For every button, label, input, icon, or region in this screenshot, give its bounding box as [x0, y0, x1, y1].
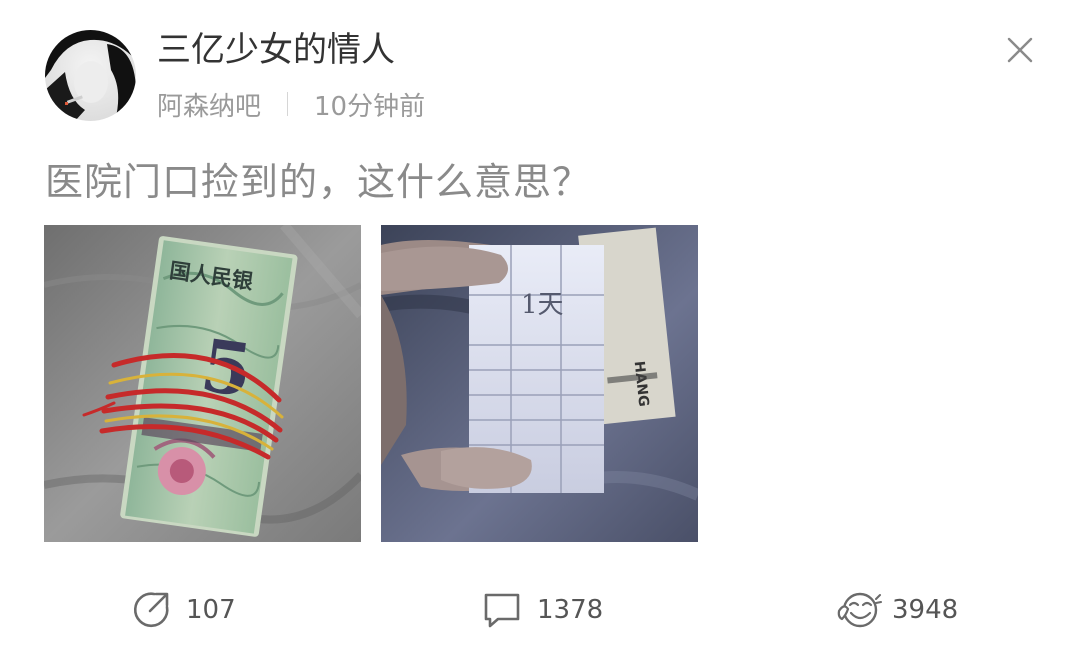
repost-icon — [130, 589, 172, 631]
close-button[interactable] — [1004, 34, 1036, 66]
comment-button[interactable]: 1378 — [481, 588, 603, 632]
repost-button[interactable]: 107 — [130, 588, 236, 632]
post-image-banknote[interactable]: 国人民银 5 — [44, 225, 361, 542]
post-meta: 阿森纳吧 10分钟前 — [157, 86, 425, 122]
username[interactable]: 三亿少女的情人 — [157, 28, 395, 72]
post-time: 10分钟前 — [314, 91, 426, 122]
like-icon — [836, 589, 882, 631]
meta-divider — [287, 92, 289, 116]
source-forum[interactable]: 阿森纳吧 — [157, 86, 261, 123]
comment-icon — [481, 589, 523, 631]
paper-note-photo: HANG 1天 — [381, 225, 698, 542]
like-count: 3948 — [892, 595, 959, 625]
avatar[interactable] — [45, 30, 136, 121]
comment-count: 1378 — [537, 595, 604, 625]
banknote-photo: 国人民银 5 — [44, 225, 361, 542]
note-handwriting: 1天 — [521, 290, 564, 320]
repost-count: 107 — [186, 595, 236, 625]
post-image-paper-note[interactable]: HANG 1天 — [381, 225, 698, 542]
close-icon — [1007, 37, 1033, 63]
avatar-silhouette — [45, 30, 136, 121]
like-button[interactable]: 3948 — [836, 588, 958, 632]
post-text: 医院门口捡到的，这什么意思？ — [45, 160, 592, 204]
